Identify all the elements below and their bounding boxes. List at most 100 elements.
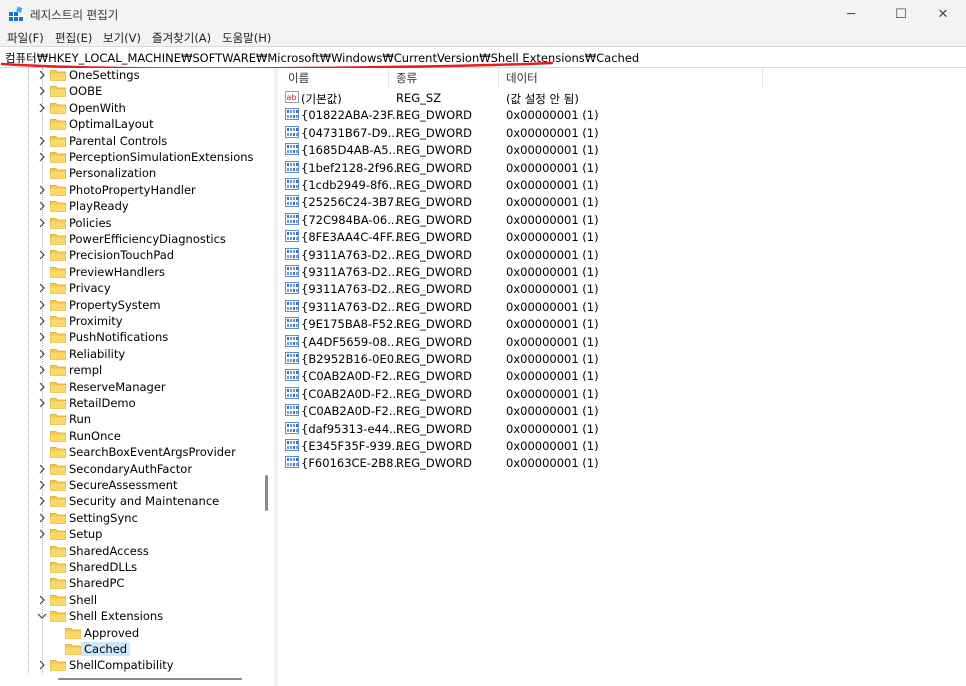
tree-item[interactable]: SharedAccess (0, 543, 258, 559)
value-row[interactable]: {01822ABA-23F... REG_DWORD 0x00000001 (1) (278, 106, 966, 123)
tree-item-label[interactable]: SearchBoxEventArgsProvider (69, 445, 236, 459)
key-tree[interactable]: OneSettings OOBE OpenWith OptimalLayout Pare… (0, 68, 274, 686)
tree-item[interactable]: Setup (0, 526, 258, 542)
tree-item-label[interactable]: OptimalLayout (69, 117, 154, 131)
value-row[interactable]: {1bef2128-2f96... REG_DWORD 0x00000001 (1) (278, 159, 966, 176)
value-row[interactable]: {F60163CE-2B8... REG_DWORD 0x00000001 (1) (278, 454, 966, 471)
tree-item[interactable]: SecureAssessment (0, 477, 258, 493)
tree-item[interactable]: PowerEfficiencyDiagnostics (0, 231, 258, 247)
value-row[interactable]: {C0AB2A0D-F2... REG_DWORD 0x00000001 (1) (278, 402, 966, 419)
chevron-right-icon[interactable] (37, 216, 47, 230)
value-row[interactable]: {1685D4AB-A5... REG_DWORD 0x00000001 (1) (278, 141, 966, 158)
chevron-right-icon[interactable] (37, 68, 47, 82)
value-row[interactable]: {72C984BA-06... REG_DWORD 0x00000001 (1) (278, 211, 966, 228)
tree-item[interactable]: Proximity (0, 313, 258, 329)
chevron-right-icon[interactable] (37, 248, 47, 262)
tree-item[interactable]: Security and Maintenance (0, 493, 258, 509)
tree-item-label[interactable]: rempl (69, 363, 102, 377)
tree-item[interactable]: rempl (0, 362, 258, 378)
value-row[interactable]: {8FE3AA4C-4FF... REG_DWORD 0x00000001 (1) (278, 228, 966, 245)
tree-item-label[interactable]: OpenWith (69, 101, 126, 115)
tree-item[interactable]: SearchBoxEventArgsProvider (0, 444, 258, 460)
chevron-right-icon[interactable] (37, 511, 47, 525)
value-row[interactable]: {9E175BA8-F52... REG_DWORD 0x00000001 (1) (278, 315, 966, 332)
tree-item[interactable]: PlayReady (0, 198, 258, 214)
tree-item[interactable]: Cached (0, 641, 258, 657)
tree-item-label[interactable]: SettingSync (69, 511, 138, 525)
chevron-right-icon[interactable] (37, 593, 47, 607)
chevron-right-icon[interactable] (37, 314, 47, 328)
tree-item[interactable]: SharedDLLs (0, 559, 258, 575)
column-divider[interactable] (762, 68, 763, 88)
tree-item[interactable]: PrecisionTouchPad (0, 247, 258, 263)
chevron-right-icon[interactable] (37, 363, 47, 377)
chevron-right-icon[interactable] (37, 396, 47, 410)
tree-item-label[interactable]: ShellCompatibility (69, 658, 174, 672)
value-row[interactable]: {9311A763-D2... REG_DWORD 0x00000001 (1) (278, 263, 966, 280)
value-row[interactable]: {daf95313-e44... REG_DWORD 0x00000001 (1) (278, 420, 966, 437)
values-list[interactable]: 이름 종류 데이터 ab (기본값) REG_SZ (값 설정 안 됨) {01822A… (278, 68, 966, 686)
chevron-right-icon[interactable] (37, 183, 47, 197)
tree-item-label[interactable]: Run (69, 412, 91, 426)
tree-item-label[interactable]: Approved (84, 626, 139, 640)
chevron-right-icon[interactable] (37, 380, 47, 394)
tree-item-label[interactable]: RetailDemo (69, 396, 136, 410)
tree-horizontal-scroll-thumb[interactable] (58, 678, 242, 680)
chevron-right-icon[interactable] (37, 84, 47, 98)
tree-item-label[interactable]: ReserveManager (69, 380, 166, 394)
tree-item-label[interactable]: Shell (69, 593, 97, 607)
column-header-type[interactable]: 종류 (396, 70, 417, 90)
chevron-right-icon[interactable] (37, 298, 47, 312)
tree-item-label[interactable]: OneSettings (69, 68, 140, 82)
value-row[interactable]: {B2952B16-0E0... REG_DWORD 0x00000001 (1) (278, 350, 966, 367)
chevron-right-icon[interactable] (37, 101, 47, 115)
tree-item[interactable]: PreviewHandlers (0, 264, 258, 280)
tree-item-label[interactable]: PrecisionTouchPad (69, 248, 174, 262)
tree-item-label[interactable]: SecureAssessment (69, 478, 178, 492)
tree-vertical-scroll-thumb[interactable] (265, 475, 268, 511)
tree-item-label[interactable]: PhotoPropertyHandler (69, 183, 196, 197)
tree-item[interactable]: SharedPC (0, 575, 258, 591)
value-row[interactable]: {9311A763-D2... REG_DWORD 0x00000001 (1) (278, 280, 966, 297)
value-row[interactable]: {E345F35F-939... REG_DWORD 0x00000001 (1) (278, 437, 966, 454)
tree-item-label[interactable]: PlayReady (69, 199, 129, 213)
tree-item-label[interactable]: Parental Controls (69, 134, 167, 148)
tree-item[interactable]: OOBE (0, 83, 258, 99)
tree-item-label[interactable]: Shell Extensions (69, 609, 163, 623)
tree-item[interactable]: Approved (0, 625, 258, 641)
chevron-right-icon[interactable] (37, 134, 47, 148)
menu-favorites[interactable]: 즐겨찾기(A) (152, 30, 211, 46)
tree-item-label[interactable]: SecondaryAuthFactor (69, 462, 192, 476)
chevron-right-icon[interactable] (37, 527, 47, 541)
tree-horizontal-scrollbar[interactable] (0, 674, 258, 686)
menu-edit[interactable]: 편집(E) (55, 30, 92, 46)
maximize-button[interactable]: ☐ (878, 0, 924, 28)
tree-item[interactable]: Shell (0, 592, 258, 608)
tree-item[interactable]: PropertySystem (0, 297, 258, 313)
column-divider[interactable] (388, 68, 389, 88)
column-divider[interactable] (498, 68, 499, 88)
tree-item-label[interactable]: SharedPC (69, 576, 124, 590)
tree-item-label[interactable]: PreviewHandlers (69, 265, 165, 279)
value-row[interactable]: {25256C24-3B7... REG_DWORD 0x00000001 (1) (278, 193, 966, 210)
tree-item[interactable]: SettingSync (0, 510, 258, 526)
tree-item[interactable]: Personalization (0, 165, 258, 181)
chevron-right-icon[interactable] (37, 330, 47, 344)
tree-item-label[interactable]: Cached (81, 642, 131, 656)
tree-item-label[interactable]: Reliability (69, 347, 125, 361)
tree-item-label[interactable]: Personalization (69, 166, 156, 180)
value-row[interactable]: {9311A763-D2... REG_DWORD 0x00000001 (1) (278, 246, 966, 263)
value-row[interactable]: {A4DF5659-08... REG_DWORD 0x00000001 (1) (278, 333, 966, 350)
tree-item[interactable]: SecondaryAuthFactor (0, 461, 258, 477)
chevron-down-icon[interactable] (37, 609, 47, 623)
address-bar[interactable]: 컴퓨터₩HKEY_LOCAL_MACHINE₩SOFTWARE₩Microsof… (0, 46, 966, 68)
tree-item[interactable]: Shell Extensions (0, 608, 258, 624)
tree-item[interactable]: OpenWith (0, 100, 258, 116)
tree-item-label[interactable]: SharedAccess (69, 544, 149, 558)
tree-item-label[interactable]: SharedDLLs (69, 560, 137, 574)
tree-item[interactable]: PerceptionSimulationExtensions (0, 149, 258, 165)
chevron-right-icon[interactable] (37, 150, 47, 164)
column-header-data[interactable]: 데이터 (506, 70, 538, 90)
chevron-right-icon[interactable] (37, 478, 47, 492)
value-row[interactable]: {04731B67-D9... REG_DWORD 0x00000001 (1) (278, 124, 966, 141)
